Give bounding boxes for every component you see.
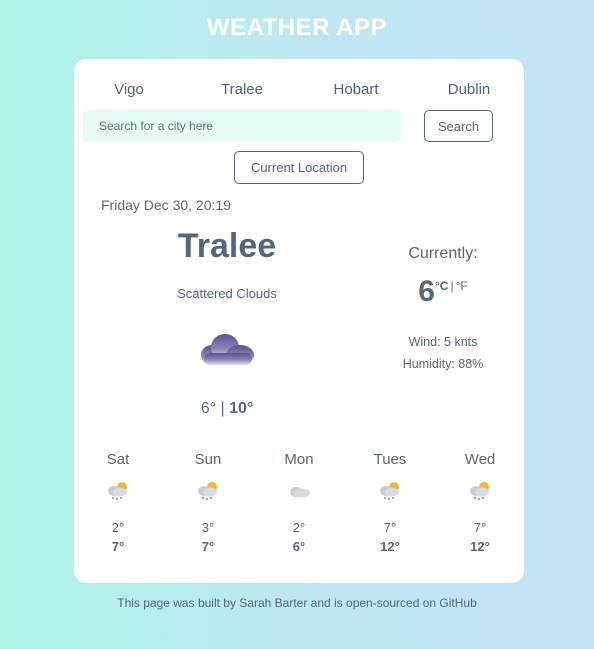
forecast-day: Mon 2° 6° xyxy=(264,451,334,554)
city-links: Vigo Tralee Hobart Dublin xyxy=(74,81,524,101)
rain-sun-cloud-icon xyxy=(470,482,489,500)
current-temperature: 6°C | °F xyxy=(418,275,467,309)
forecast-day-name: Mon xyxy=(284,451,314,468)
today-min: 6° xyxy=(200,400,217,417)
rain-sun-cloud-icon xyxy=(198,482,217,500)
temperature-value: 6 xyxy=(418,275,435,308)
forecast-day-name: Sun xyxy=(194,451,222,468)
current-location-button[interactable]: Current Location xyxy=(234,151,364,184)
search-button[interactable]: Search xyxy=(424,110,493,142)
scattered-clouds-icon xyxy=(201,334,254,365)
currently-label: Currently: xyxy=(408,245,478,262)
forecast-max: 12° xyxy=(470,539,490,554)
search-input[interactable] xyxy=(83,110,401,142)
forecast-day-name: Wed xyxy=(464,451,496,468)
city-link-vigo[interactable]: Vigo xyxy=(114,81,144,98)
forecast-max: 7° xyxy=(201,539,215,554)
weather-description: Scattered Clouds xyxy=(177,286,277,301)
footer-text: This page was built by Sarah Barter and … xyxy=(117,596,477,610)
wind-speed: Wind: 5 knts xyxy=(408,335,478,349)
forecast: Sat 2° 7° Sun 3° 7° Mon 2° 6° Tues 7° 12… xyxy=(74,451,524,571)
forecast-day: Sat 2° 7° xyxy=(83,451,153,554)
minmax-separator: | xyxy=(220,400,225,417)
humidity: Humidity: 88% xyxy=(402,357,484,371)
fahrenheit-link[interactable]: °F xyxy=(456,279,468,293)
city-link-tralee[interactable]: Tralee xyxy=(221,81,263,98)
rain-sun-cloud-icon xyxy=(108,482,127,500)
forecast-min: 7° xyxy=(383,520,397,535)
cloud-icon xyxy=(290,487,310,498)
city-link-dublin[interactable]: Dublin xyxy=(448,81,491,98)
forecast-day: Sun 3° 7° xyxy=(173,451,243,554)
forecast-max: 6° xyxy=(292,539,306,554)
today-min-max: 6° | 10° xyxy=(201,400,254,418)
forecast-max: 12° xyxy=(380,539,400,554)
forecast-max: 7° xyxy=(111,539,125,554)
today-max: 10° xyxy=(229,400,254,417)
city-name: Tralee xyxy=(177,227,277,265)
unit-separator: | xyxy=(450,279,454,293)
forecast-day-name: Tues xyxy=(373,451,407,468)
rain-sun-cloud-icon xyxy=(380,482,399,500)
forecast-min: 2° xyxy=(111,520,125,535)
weather-card: Vigo Tralee Hobart Dublin Search Current… xyxy=(74,59,524,583)
forecast-min: 7° xyxy=(473,520,487,535)
app-title: WEATHER APP xyxy=(206,14,388,41)
celsius-link[interactable]: °C xyxy=(435,279,448,293)
city-link-hobart[interactable]: Hobart xyxy=(333,81,378,98)
forecast-day: Wed 7° 12° xyxy=(445,451,515,554)
forecast-day-name: Sat xyxy=(106,451,130,468)
forecast-min: 3° xyxy=(201,520,215,535)
forecast-day: Tues 7° 12° xyxy=(355,451,425,554)
forecast-min: 2° xyxy=(292,520,306,535)
current-date: Friday Dec 30, 20:19 xyxy=(101,197,231,213)
